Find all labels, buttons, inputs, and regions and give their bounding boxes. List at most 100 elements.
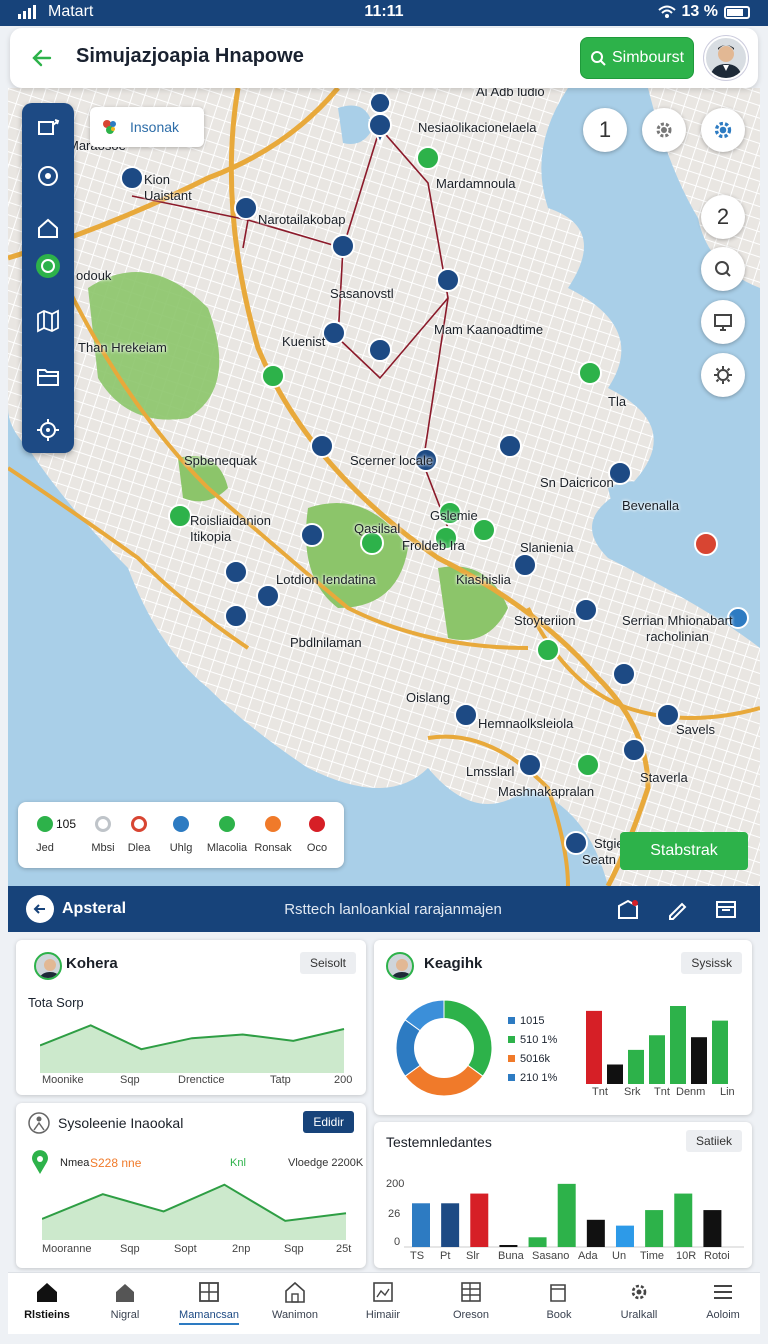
x-axis-label: Buna (498, 1250, 524, 1262)
window-icon[interactable] (714, 898, 738, 920)
card-tag[interactable]: Seisolt (299, 952, 356, 974)
map-label: Scerner locale (350, 453, 434, 468)
x-axis-label: Sqp (120, 1074, 140, 1086)
notification-icon[interactable] (616, 898, 640, 920)
legend-text: 510 1% (520, 1034, 558, 1046)
x-axis-label: Moonike (42, 1074, 84, 1086)
legend-item[interactable]: 105 Jed (24, 816, 76, 854)
map-label: Lotdion Iendatina (276, 572, 376, 587)
card-subtitle: Tota Sorp (28, 995, 84, 1010)
nav-label: Oreson (452, 1309, 490, 1321)
bar (528, 1237, 547, 1247)
bar (586, 1219, 605, 1247)
legend-count: 105 (56, 817, 77, 831)
map-label: Itikopia (190, 529, 232, 544)
google-dots-icon (103, 120, 116, 134)
card-title: Testemnledantes (386, 1134, 492, 1150)
legend-item[interactable]: Ronsak (252, 816, 294, 854)
location-icon[interactable] (35, 253, 61, 279)
legend-label: Uhlg (169, 842, 193, 854)
legend-dot (131, 816, 147, 832)
x-axis-label: Lin (720, 1086, 735, 1098)
nav-item-oreson[interactable]: Oreson (428, 1281, 514, 1321)
legend-entry: 1015 (508, 1012, 557, 1031)
search-icon (715, 261, 731, 277)
zoom-level-2-button[interactable]: 2 (701, 195, 745, 239)
layers-icon[interactable] (35, 115, 61, 141)
card-title: Keagihk (424, 955, 483, 972)
y-axis-label: 26 (388, 1208, 401, 1220)
building-icon (285, 1281, 305, 1303)
home-icon[interactable] (35, 215, 61, 241)
card-tag[interactable]: Sysissk (681, 952, 742, 974)
x-axis-label: Drenctice (178, 1074, 225, 1086)
panel-subtitle: Rsttech lanloankial rarajanmajen (284, 901, 502, 918)
nav-label: Uralkall (620, 1309, 658, 1321)
bar (470, 1193, 489, 1247)
bar (691, 1037, 707, 1084)
map-action-button[interactable]: Stabstrak (620, 832, 748, 870)
nav-item-home[interactable]: Rlstieins (4, 1281, 90, 1321)
search-icon (590, 51, 606, 66)
map-label: Gslemie (430, 508, 478, 523)
bar (615, 1225, 634, 1247)
legend-item[interactable]: Mlacolia (206, 816, 248, 854)
legend-item[interactable]: Dlea (118, 816, 160, 854)
area-fill (40, 1025, 344, 1073)
map-label: Kuenist (282, 334, 326, 349)
bar (557, 1183, 576, 1247)
nav-item-mamancsan[interactable]: Mamancsan (166, 1281, 252, 1325)
display-button[interactable] (701, 300, 745, 344)
nav-item-uralkall[interactable]: Uralkall (596, 1281, 682, 1321)
map-label: Bevenalla (622, 498, 680, 513)
legend-text: 5016k (520, 1053, 550, 1065)
legend-label: Mlacolia (206, 842, 248, 854)
user-avatar[interactable] (704, 36, 748, 80)
gear-icon (656, 122, 672, 138)
nav-item-himaiir[interactable]: Himaiir (340, 1281, 426, 1321)
x-axis-label: Un (612, 1250, 627, 1262)
map-label: odouk (76, 268, 112, 283)
legend-entry: 210 1% (508, 1069, 557, 1088)
legend-item[interactable]: Uhlg (160, 816, 202, 854)
nav-item-nigral[interactable]: Nigral (82, 1281, 168, 1321)
x-axis-label: Denm (676, 1086, 706, 1098)
legend-dot (265, 816, 281, 832)
kohera-area-chart (40, 1024, 345, 1073)
keagihk-card: Keagihk Sysissk 1015 510 1% 5016k 210 1%… (374, 940, 752, 1115)
nav-item-wanimon[interactable]: Wanimon (252, 1281, 338, 1321)
map-label: Nesiaolikacionelaela (418, 120, 537, 135)
map-icon[interactable] (35, 308, 61, 334)
mid-label: Knl (230, 1157, 246, 1169)
nav-item-aoloim[interactable]: Aoloim (680, 1281, 766, 1321)
back-arrow-icon[interactable] (28, 44, 56, 72)
gear-icon (631, 1284, 647, 1300)
map-label: Oislang (406, 690, 451, 705)
legend-text: 1015 (520, 1015, 545, 1027)
edit-icon[interactable] (666, 898, 690, 920)
zoom-level-1-button[interactable]: 1 (583, 108, 627, 152)
card-tag[interactable]: Satiiek (685, 1130, 742, 1152)
x-axis-label: Slr (466, 1250, 480, 1262)
menu-icon (714, 1285, 732, 1299)
legend-label: Mbsi (91, 842, 115, 854)
active-settings-button[interactable] (701, 108, 745, 152)
search-map-button[interactable] (701, 247, 745, 291)
folder-icon[interactable] (35, 363, 61, 389)
map-search-chip[interactable]: Insonak (90, 107, 204, 147)
legend-item[interactable]: Oco (296, 816, 338, 854)
bar (712, 1020, 728, 1084)
settings-icon[interactable] (35, 417, 61, 443)
preferences-button[interactable] (701, 353, 745, 397)
target-icon[interactable] (35, 163, 61, 189)
map-label: Hemnaolksleiola (478, 716, 574, 731)
nav-item-book[interactable]: Book (516, 1281, 602, 1321)
map-view[interactable]: Ai Adb ludio Nesiaolikacionelaela Maraos… (8, 88, 760, 886)
x-axis-label: Ada (578, 1250, 598, 1262)
search-button[interactable]: Simbourst (580, 37, 694, 79)
settings-button[interactable] (642, 108, 686, 152)
keagihk-bar-chart (586, 1006, 728, 1084)
line-label: Nmea (60, 1157, 90, 1169)
card-tag[interactable]: Edidir (303, 1111, 354, 1133)
x-axis-label: Sqp (284, 1243, 304, 1255)
